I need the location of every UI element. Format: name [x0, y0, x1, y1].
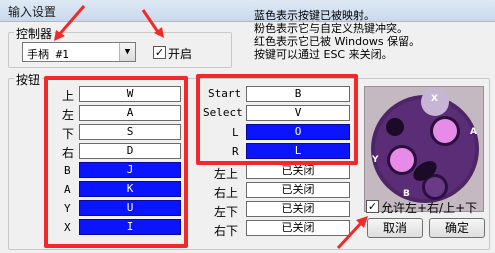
key-input-start[interactable]: B — [246, 86, 350, 102]
key-input-r[interactable]: L — [246, 143, 350, 159]
key-label-select: Select — [203, 106, 243, 119]
controller-image: X Y A B — [364, 86, 484, 212]
key-input-left[interactable]: A — [79, 105, 181, 121]
key-input-up-right[interactable]: 已关闭 — [246, 182, 350, 198]
window-title: 输入设置 — [8, 5, 57, 19]
key-input-x[interactable]: I — [79, 219, 181, 235]
key-label-left: 左 — [62, 108, 75, 122]
key-label-right: 右 — [62, 146, 75, 160]
key-label-x: X — [64, 221, 71, 234]
controller-group-label: 控制器 — [14, 25, 55, 42]
key-input-up[interactable]: W — [79, 86, 181, 102]
key-label-b: B — [64, 164, 71, 177]
legend-line: 红色表示它已被 Windows 保留。 — [254, 35, 421, 48]
key-label-a: A — [64, 183, 71, 196]
legend-line: 按键可以通过 ESC 来关闭。 — [254, 48, 393, 61]
key-label-l: L — [232, 126, 239, 139]
chevron-down-icon[interactable]: ▼ — [119, 43, 135, 61]
x-button-icon: X — [431, 94, 438, 104]
controller-select-value: 手柄 #1 — [27, 48, 69, 61]
enable-checkbox[interactable]: ✓ — [153, 46, 166, 59]
legend-line: 粉色表示它与自定义热键冲突。 — [254, 22, 408, 35]
key-input-down-left[interactable]: 已关闭 — [246, 201, 350, 217]
controller-select[interactable]: 手柄 #1 ▼ — [22, 42, 136, 62]
enable-label: 开启 — [168, 47, 193, 61]
key-input-a[interactable]: K — [79, 181, 181, 197]
ok-button[interactable]: 确定 — [429, 218, 485, 238]
key-input-up-left[interactable]: 已关闭 — [246, 163, 350, 179]
dialog-client: 控制器 手柄 #1 ▼ ✓ 开启 蓝色表示按键已被映射。 粉色表示它与自定义热键… — [0, 5, 495, 253]
allow-opposite-label: 允许左+右/上+下 — [381, 201, 478, 215]
key-label-y: Y — [64, 202, 71, 215]
key-label-up-right: 右上 — [214, 186, 239, 200]
key-label-start: Start — [208, 87, 242, 100]
snes-buttons-illustration: X Y A B — [371, 88, 479, 203]
cancel-button[interactable]: 取消 — [367, 218, 423, 238]
key-label-down-left: 左下 — [214, 205, 239, 219]
key-input-down-right[interactable]: 已关闭 — [246, 220, 350, 236]
a-button-icon: A — [470, 127, 477, 137]
key-input-b[interactable]: J — [79, 162, 181, 178]
key-label-down: 下 — [62, 127, 75, 141]
key-label-up: 上 — [62, 89, 75, 103]
allow-opposite-checkbox[interactable]: ✓ — [366, 200, 379, 213]
key-input-select[interactable]: V — [246, 105, 350, 121]
key-input-y[interactable]: U — [79, 200, 181, 216]
key-input-l[interactable]: O — [246, 124, 350, 140]
b-button-icon: B — [403, 189, 410, 199]
y-button-icon: Y — [371, 155, 379, 165]
key-input-right[interactable]: D — [79, 143, 181, 159]
key-label-r: R — [232, 145, 239, 158]
legend-line: 蓝色表示按键已被映射。 — [254, 9, 375, 22]
key-label-down-right: 右下 — [214, 224, 239, 238]
key-input-down[interactable]: S — [79, 124, 181, 140]
legend: 蓝色表示按键已被映射。 粉色表示它与自定义热键冲突。 红色表示它已被 Windo… — [254, 9, 490, 61]
key-label-up-left: 左上 — [214, 167, 239, 181]
buttons-group-label: 按钮 — [14, 71, 43, 88]
